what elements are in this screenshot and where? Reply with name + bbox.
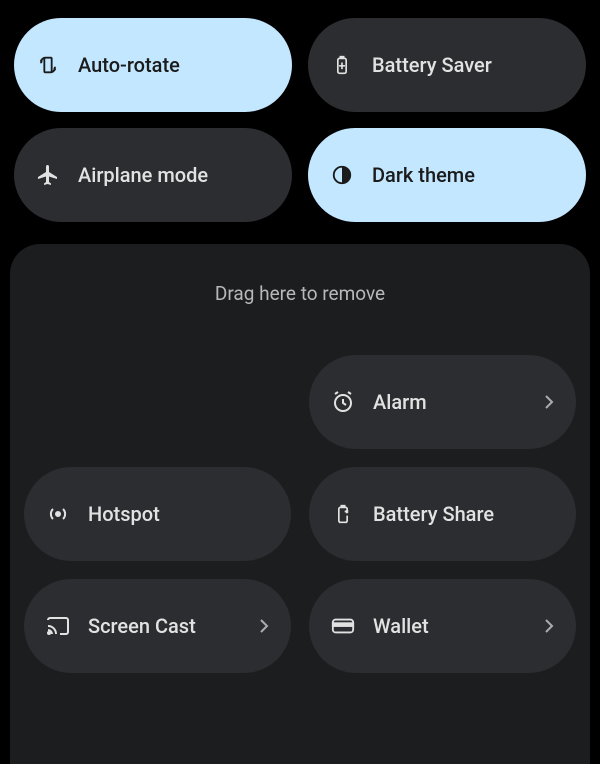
available-tile-grid: Alarm Hotspot xyxy=(18,355,582,673)
tile-label: Screen Cast xyxy=(88,614,196,638)
tile-screen-cast[interactable]: Screen Cast xyxy=(24,579,291,673)
tile-alarm[interactable]: Alarm xyxy=(309,355,576,449)
screen-cast-icon xyxy=(46,614,70,638)
battery-share-icon xyxy=(331,502,355,526)
wallet-icon xyxy=(331,614,355,638)
tile-hotspot[interactable]: Hotspot xyxy=(24,467,291,561)
tile-label: Battery Share xyxy=(373,502,494,526)
tile-label: Alarm xyxy=(373,390,427,414)
tile-label: Hotspot xyxy=(88,502,160,526)
empty-slot xyxy=(24,355,291,449)
tile-battery-share[interactable]: Battery Share xyxy=(309,467,576,561)
active-tile-grid: Auto-rotate Battery Saver Airplane mode … xyxy=(0,0,600,222)
chevron-right-icon xyxy=(259,618,269,634)
tile-auto-rotate[interactable]: Auto-rotate xyxy=(14,18,292,112)
tile-label: Battery Saver xyxy=(372,53,492,77)
airplane-icon xyxy=(36,163,60,187)
drop-hint-text: Drag here to remove xyxy=(18,258,582,355)
tile-label: Dark theme xyxy=(372,163,475,187)
remove-drop-zone[interactable]: Drag here to remove Alarm xyxy=(10,244,590,764)
alarm-icon xyxy=(331,390,355,414)
tile-dark-theme[interactable]: Dark theme xyxy=(308,128,586,222)
auto-rotate-icon xyxy=(36,53,60,77)
tile-label: Wallet xyxy=(373,614,429,638)
dark-theme-icon xyxy=(330,163,354,187)
hotspot-icon xyxy=(46,502,70,526)
chevron-right-icon xyxy=(544,394,554,410)
chevron-right-icon xyxy=(544,618,554,634)
battery-saver-icon xyxy=(330,53,354,77)
tile-label: Airplane mode xyxy=(78,163,208,187)
tile-battery-saver[interactable]: Battery Saver xyxy=(308,18,586,112)
tile-label: Auto-rotate xyxy=(78,53,180,77)
tile-wallet[interactable]: Wallet xyxy=(309,579,576,673)
tile-airplane-mode[interactable]: Airplane mode xyxy=(14,128,292,222)
